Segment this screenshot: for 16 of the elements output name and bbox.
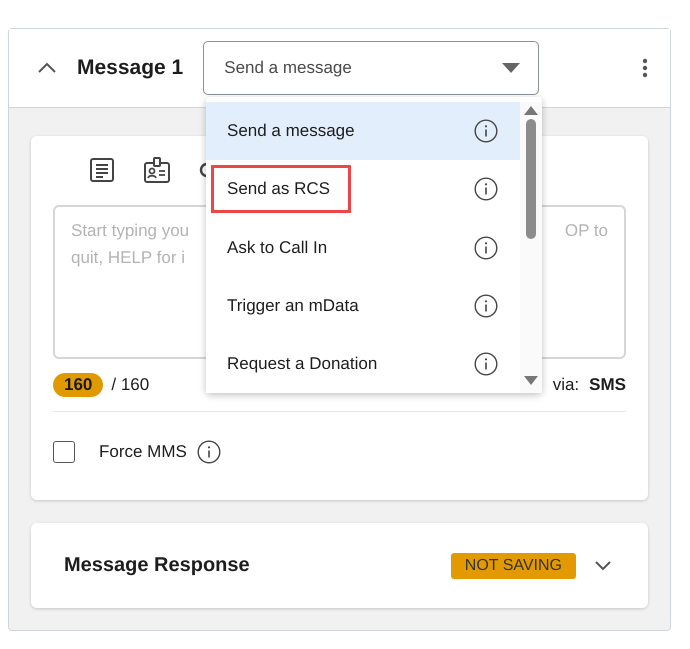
menu-item-label: Trigger an mData [227,296,359,316]
menu-item-label: Request a Donation [227,354,378,374]
menu-item-label: Ask to Call In [227,238,328,258]
character-limit: / 160 [111,375,150,395]
highlighted-label: Send as RCS [211,165,351,214]
status-badge: NOT SAVING [450,552,576,578]
menu-item-label: Send a message [227,121,355,142]
send-via-label: via: [552,375,580,395]
character-count-badge: 160 [53,373,104,397]
placeholder-text: OP to [564,220,608,242]
message-title: Message 1 [77,56,184,80]
force-mms-label: Force MMS [99,442,187,462]
section-title: Message Response [64,554,250,577]
placeholder-text: quit, HELP for i [71,247,186,269]
placeholder-text: Start typing you [71,220,190,242]
send-via-value: SMS [589,375,626,395]
